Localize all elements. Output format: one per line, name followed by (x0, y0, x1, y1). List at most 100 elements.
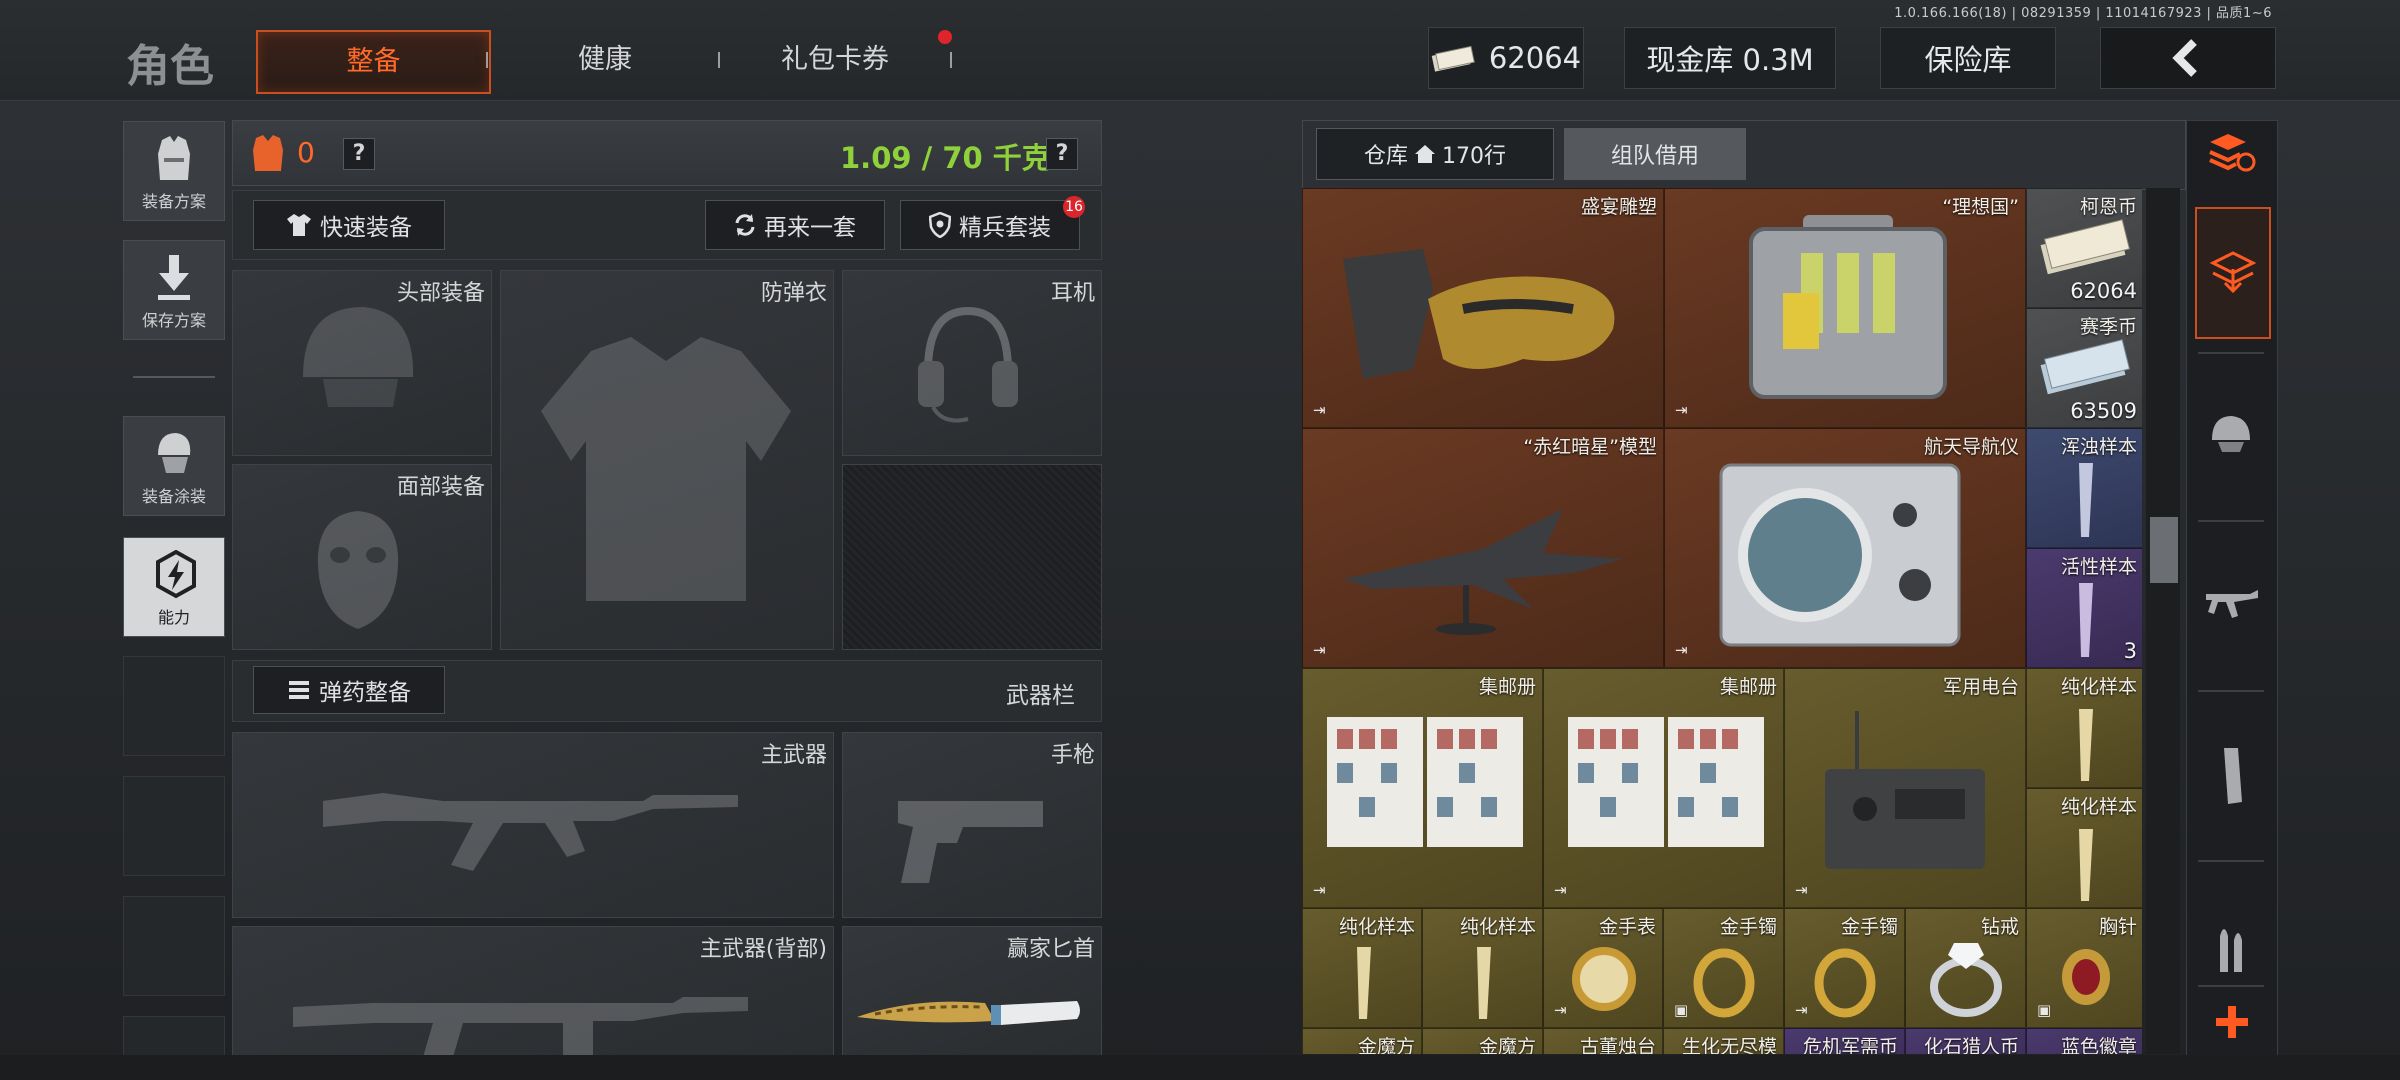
safe-box-button[interactable]: 保险库 (1880, 27, 2056, 89)
item-biochem-model[interactable]: 生化无尽模 (1663, 1028, 1784, 1054)
helmet-category-icon[interactable] (2208, 410, 2254, 456)
slot-label: 头部装备 (396, 281, 485, 306)
cash-stack-icon (2040, 219, 2131, 275)
vest-plan-icon (158, 136, 190, 180)
ammo-category-icon[interactable] (2212, 916, 2252, 976)
item-purified-sample[interactable]: 纯化样本 (2026, 668, 2142, 788)
slot-locked (842, 464, 1102, 650)
scrollbar-thumb[interactable] (2150, 517, 2178, 583)
menu-divider (133, 376, 215, 378)
warehouse-scrollbar[interactable] (2146, 188, 2180, 1054)
menu-loadout-plans[interactable]: 装备方案 (123, 121, 225, 221)
item-label: 化石猎人币 (1923, 1036, 2019, 1054)
download-icon (158, 255, 190, 300)
item-label: 纯化样本 (2060, 796, 2137, 818)
item-koen-coin[interactable]: 柯恩币 62064 (2026, 188, 2142, 308)
bracelet-icon (1814, 948, 1876, 1018)
exit-marker-icon: ⇥ (1675, 641, 1688, 659)
armor-help-button[interactable]: ? (343, 138, 375, 170)
page-title: 角色 (126, 41, 214, 92)
brooch-icon (2062, 949, 2110, 1005)
rail-divider (2198, 690, 2264, 692)
tab-divider (718, 52, 720, 68)
item-purified-sample[interactable]: 纯化样本 (1422, 908, 1543, 1028)
elite-set-button[interactable]: 精兵套装 (900, 200, 1080, 250)
item-diamond-ring[interactable]: 钻戒 (1905, 908, 2026, 1028)
back-button[interactable] (2100, 27, 2276, 89)
vial-icon (1357, 947, 1371, 1019)
exit-marker-icon: ⇥ (1313, 641, 1326, 659)
item-military-radio[interactable]: 军用电台 ⇥ (1784, 668, 2026, 908)
item-label: 危机军需币 (1802, 1036, 1898, 1054)
weight-value: 1.09 / 70 千克 (840, 141, 1051, 175)
vial-icon (2079, 463, 2093, 537)
item-crisis-coin[interactable]: 危机军需币 (1784, 1028, 1905, 1054)
item-count: 3 (2123, 639, 2137, 663)
item-label: 纯化样本 (1459, 916, 1536, 938)
rifle-category-icon[interactable] (2204, 580, 2260, 630)
sort-stack-icon[interactable] (2206, 130, 2256, 176)
item-label: 胸针 (2098, 916, 2137, 938)
quick-equip-button[interactable]: 快速装备 (253, 200, 445, 250)
ability-icon (156, 550, 196, 599)
item-gold-cube[interactable]: 金魔方 (1302, 1028, 1422, 1054)
slot-melee[interactable]: 赢家匕首 (842, 926, 1102, 1056)
menu-ability[interactable]: 能力 (123, 537, 225, 637)
repeat-set-button[interactable]: 再来一套 (705, 200, 885, 250)
slot-headset[interactable]: 耳机 (842, 270, 1102, 456)
slot-primary-weapon-back[interactable]: 主武器(背部) (232, 926, 834, 1056)
slot-primary-weapon[interactable]: 主武器 (232, 732, 834, 918)
item-feast-sculpture[interactable]: 盛宴雕塑 ⇥ (1302, 188, 1664, 428)
ammo-prep-button[interactable]: 弹药整备 (253, 666, 445, 714)
tab-divider (950, 52, 952, 68)
elite-set-badge: 16 (1063, 196, 1085, 218)
item-antique-candlestick[interactable]: 古董烛台 (1543, 1028, 1663, 1054)
item-label: 蓝色徽章 (2060, 1036, 2137, 1054)
tab-loadout[interactable]: 整备 (256, 30, 491, 94)
slot-face-gear[interactable]: 面部装备 (232, 464, 492, 650)
tab-warehouse[interactable]: 仓库 170行 (1316, 128, 1554, 180)
weight-help-button[interactable]: ? (1046, 138, 1078, 170)
refresh-icon (735, 214, 755, 236)
item-purified-sample[interactable]: 纯化样本 (1302, 908, 1422, 1028)
magazine-category-icon[interactable] (2214, 746, 2250, 806)
item-crimson-star-model[interactable]: “赤红暗星”模型 ⇥ (1302, 428, 1664, 668)
item-purified-sample[interactable]: 纯化样本 (2026, 788, 2142, 908)
menu-equipment-paint[interactable]: 装备涂装 (123, 416, 225, 516)
item-fossil-hunter-coin[interactable]: 化石猎人币 (1905, 1028, 2026, 1054)
item-stamp-album[interactable]: 集邮册 ⇥ (1302, 668, 1543, 908)
item-turbid-sample[interactable]: 浑浊样本 (2026, 428, 2142, 548)
item-gold-watch[interactable]: 金手表 ⇥ (1543, 908, 1663, 1028)
item-active-sample[interactable]: 活性样本 3 (2026, 548, 2142, 668)
item-space-navigator[interactable]: 航天导航仪 ⇥ (1664, 428, 2026, 668)
item-republic-case[interactable]: “理想国” ⇥ (1664, 188, 2026, 428)
rifle-back-icon (293, 997, 748, 1055)
item-label: 集邮册 (1719, 676, 1777, 698)
cash-storage-button[interactable]: 现金库 0.3M (1624, 27, 1836, 89)
item-season-coin[interactable]: 赛季币 63509 (2026, 308, 2142, 428)
tab-gift-cards[interactable]: 礼包卡券 (750, 30, 920, 90)
tab-team-borrow[interactable]: 组队借用 (1564, 128, 1746, 180)
slot-body-armor[interactable]: 防弹衣 (500, 270, 834, 650)
item-gold-cube[interactable]: 金魔方 (1422, 1028, 1543, 1054)
tab-health[interactable]: 健康 (520, 30, 690, 90)
item-gold-bracelet[interactable]: 金手镯 ▣ (1663, 908, 1784, 1028)
slot-label: 手枪 (1050, 743, 1095, 768)
item-blue-badge[interactable]: 蓝色徽章 (2026, 1028, 2142, 1054)
item-gold-bracelet[interactable]: 金手镯 ⇥ (1784, 908, 1905, 1028)
item-stamp-album[interactable]: 集邮册 ⇥ (1543, 668, 1784, 908)
item-label: “理想国” (1942, 196, 2019, 218)
currency-display[interactable]: 62064 (1428, 27, 1584, 89)
slot-head-gear[interactable]: 头部装备 (232, 270, 492, 456)
vial-icon (2079, 583, 2093, 657)
slot-label: 防弹衣 (760, 281, 827, 306)
rail-divider (2198, 985, 2264, 987)
ring-icon (1930, 943, 2002, 1017)
slot-pistol[interactable]: 手枪 (842, 732, 1102, 918)
menu-save-plan[interactable]: 保存方案 (123, 240, 225, 340)
exit-marker-icon: ⇥ (1795, 1001, 1808, 1019)
add-icon[interactable] (2212, 1002, 2252, 1042)
category-all[interactable] (2195, 207, 2271, 339)
pistol-icon (898, 801, 1043, 883)
item-brooch[interactable]: 胸针 ▣ (2026, 908, 2142, 1028)
